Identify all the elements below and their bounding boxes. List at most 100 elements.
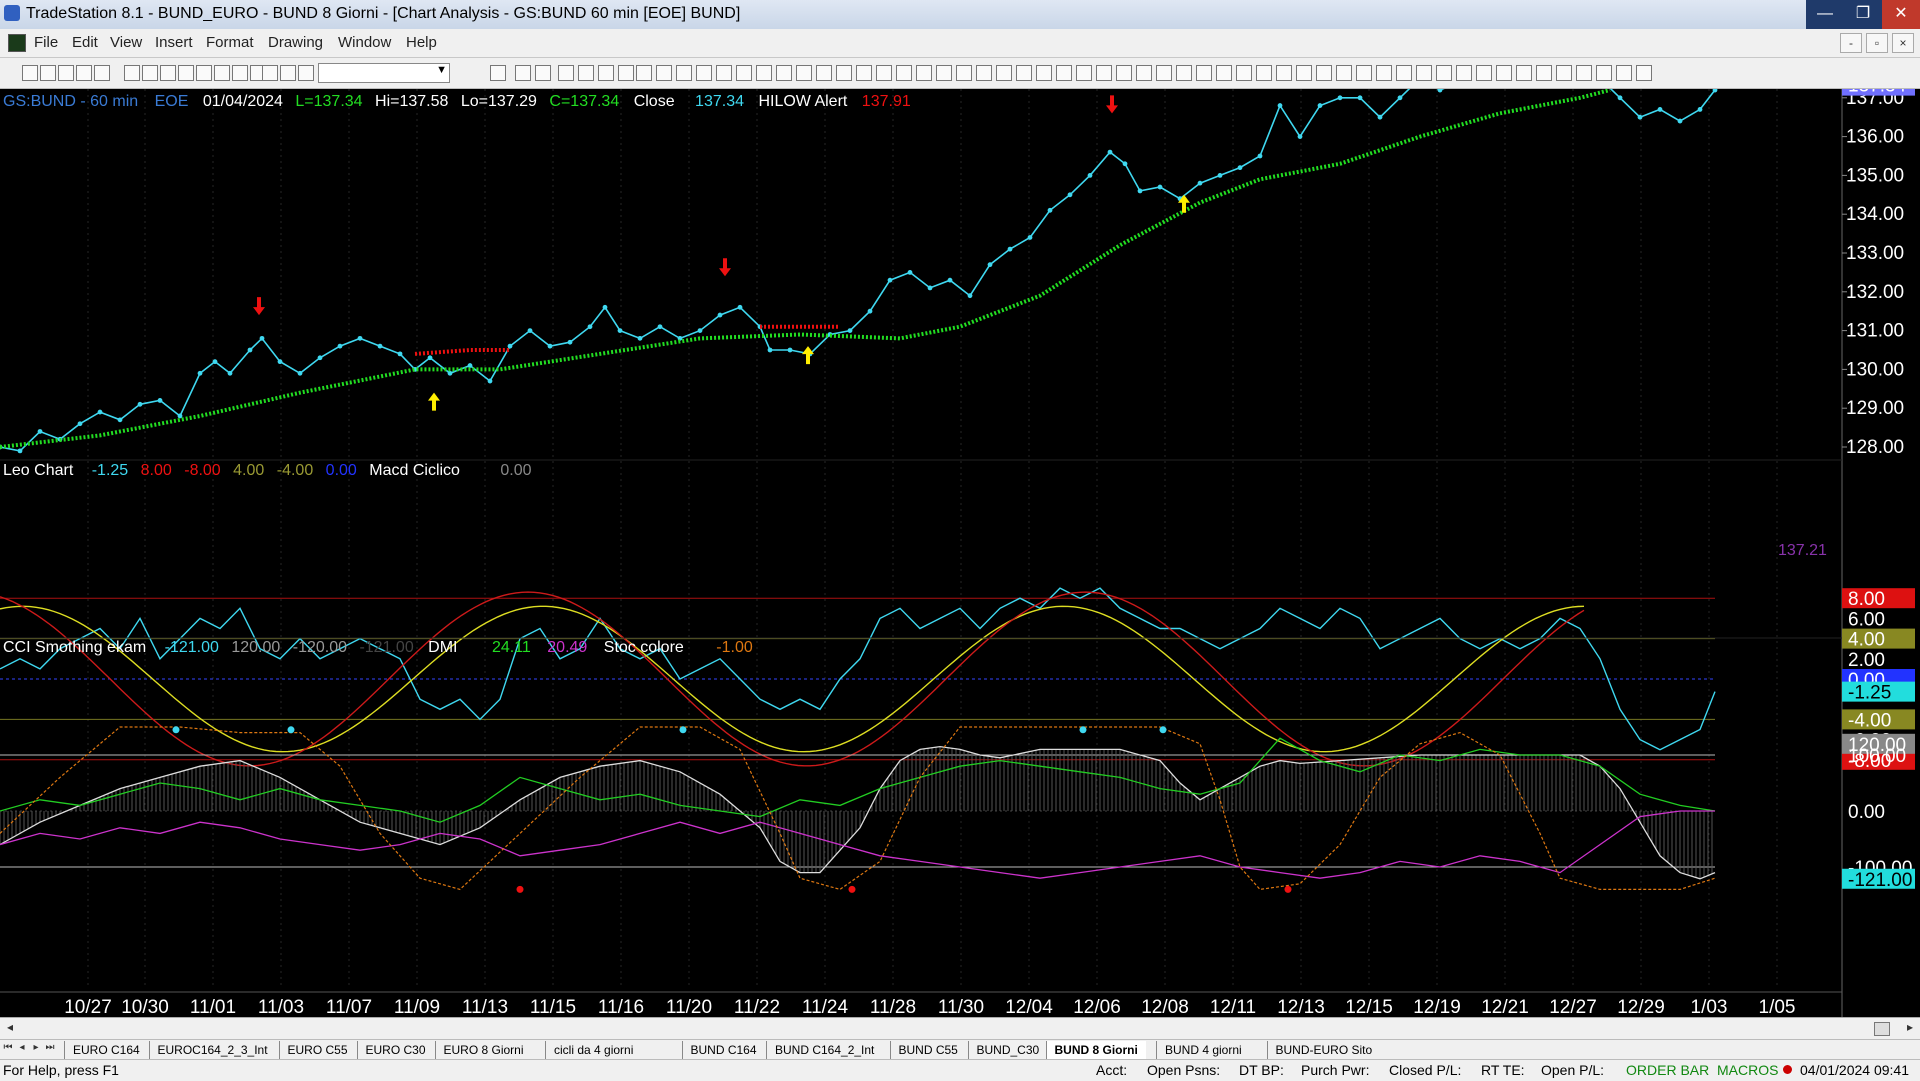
menu-insert[interactable]: Insert bbox=[155, 34, 193, 51]
scroll-right-icon[interactable]: ▸ bbox=[1902, 1020, 1918, 1036]
toolbar-tool-icon[interactable] bbox=[816, 65, 832, 81]
toolbar-tool-icon[interactable] bbox=[1316, 65, 1332, 81]
toolbar-tool-icon[interactable] bbox=[956, 65, 972, 81]
tab-euro-8-giorni[interactable]: EURO 8 Giorni bbox=[434, 1041, 532, 1059]
menu-edit[interactable]: Edit bbox=[72, 34, 98, 51]
toolbar-tool-icon[interactable] bbox=[1136, 65, 1152, 81]
toolbar-tool-icon[interactable] bbox=[1516, 65, 1532, 81]
tab-bund-c164[interactable]: BUND C164 bbox=[681, 1041, 765, 1059]
toolbar-tool-icon[interactable] bbox=[1616, 65, 1632, 81]
toolbar-tool-icon[interactable] bbox=[1276, 65, 1292, 81]
toolbar-tool-icon[interactable] bbox=[1436, 65, 1452, 81]
toolbar-tool-icon[interactable] bbox=[178, 65, 194, 81]
menu-drawing[interactable]: Drawing bbox=[268, 34, 323, 51]
toolbar-tool-icon[interactable] bbox=[1556, 65, 1572, 81]
toolbar-tool-icon[interactable] bbox=[636, 65, 652, 81]
tab-next-icon[interactable]: ▸ bbox=[30, 1042, 42, 1056]
toolbar-tool-icon[interactable] bbox=[856, 65, 872, 81]
toolbar-tool-icon[interactable] bbox=[262, 65, 278, 81]
toolbar-tool-icon[interactable] bbox=[1496, 65, 1512, 81]
menu-help[interactable]: Help bbox=[406, 34, 437, 51]
tab-cicli-da-4-giorni[interactable]: cicli da 4 giorni bbox=[545, 1041, 641, 1059]
toolbar-tool-icon[interactable] bbox=[1376, 65, 1392, 81]
tab-bund-c55[interactable]: BUND C55 bbox=[889, 1041, 966, 1059]
toolbar-tool-icon[interactable] bbox=[1456, 65, 1472, 81]
toolbar-tool-icon[interactable] bbox=[1536, 65, 1552, 81]
toolbar-tool-icon[interactable] bbox=[124, 65, 140, 81]
toolbar-tool-icon[interactable] bbox=[676, 65, 692, 81]
toolbar-tool-icon[interactable] bbox=[996, 65, 1012, 81]
scroll-thumb[interactable] bbox=[1874, 1022, 1890, 1036]
minimize-button[interactable]: — bbox=[1806, 0, 1844, 29]
toolbar-tool-icon[interactable] bbox=[558, 65, 574, 81]
toolbar-tool-icon[interactable] bbox=[836, 65, 852, 81]
tab-bund-c30[interactable]: BUND_C30 bbox=[967, 1041, 1048, 1059]
toolbar-tool-icon[interactable] bbox=[1596, 65, 1612, 81]
chart-analysis-window[interactable]: GS:BUND - 60 min EOE 01/04/2024 L=137.34… bbox=[0, 89, 1920, 1017]
mdi-close-button[interactable]: × bbox=[1892, 33, 1914, 53]
toolbar-tool-icon[interactable] bbox=[515, 65, 531, 81]
tab-bund-8-giorni[interactable]: BUND 8 Giorni bbox=[1045, 1041, 1146, 1059]
toolbar-tool-icon[interactable] bbox=[58, 65, 74, 81]
scroll-left-icon[interactable]: ◂ bbox=[2, 1020, 18, 1036]
toolbar-tool-icon[interactable] bbox=[490, 65, 506, 81]
toolbar-tool-icon[interactable] bbox=[1176, 65, 1192, 81]
toolbar-tool-icon[interactable] bbox=[1416, 65, 1432, 81]
toolbar-tool-icon[interactable] bbox=[1216, 65, 1232, 81]
toolbar-tool-icon[interactable] bbox=[1056, 65, 1072, 81]
toolbar-tool-icon[interactable] bbox=[896, 65, 912, 81]
toolbar-tool-icon[interactable] bbox=[1036, 65, 1052, 81]
tab-euro-c164[interactable]: EURO C164 bbox=[64, 1041, 148, 1059]
toolbar-tool-icon[interactable] bbox=[94, 65, 110, 81]
order-bar-button[interactable]: ORDER BAR bbox=[1626, 1062, 1709, 1078]
mdi-restore-button[interactable]: ▫ bbox=[1866, 33, 1888, 53]
horizontal-scrollbar[interactable]: ◂ ▸ bbox=[0, 1017, 1920, 1040]
toolbar-tool-icon[interactable] bbox=[1016, 65, 1032, 81]
tab-bund-c164-2-int[interactable]: BUND C164_2_Int bbox=[766, 1041, 882, 1059]
toolbar-tool-icon[interactable] bbox=[22, 65, 38, 81]
toolbar-tool-icon[interactable] bbox=[1636, 65, 1652, 81]
mdi-minimize-button[interactable]: - bbox=[1840, 33, 1862, 53]
tab-bund-euro-sito[interactable]: BUND-EURO Sito bbox=[1266, 1041, 1381, 1059]
menu-file[interactable]: File bbox=[34, 34, 58, 51]
toolbar-tool-icon[interactable] bbox=[280, 65, 296, 81]
toolbar-tool-icon[interactable] bbox=[1476, 65, 1492, 81]
toolbar-tool-icon[interactable] bbox=[40, 65, 56, 81]
toolbar-combo[interactable]: ▼ bbox=[318, 63, 450, 83]
chart-svg[interactable]: GS:BUND - 60 min EOE 01/04/2024 L=137.34… bbox=[0, 89, 1920, 1017]
toolbar-tool-icon[interactable] bbox=[1296, 65, 1312, 81]
tab-euro-c55[interactable]: EURO C55 bbox=[278, 1041, 356, 1059]
toolbar-tool-icon[interactable] bbox=[1076, 65, 1092, 81]
toolbar-tool-icon[interactable] bbox=[776, 65, 792, 81]
toolbar-tool-icon[interactable] bbox=[232, 65, 248, 81]
maximize-button[interactable]: ❐ bbox=[1844, 0, 1882, 29]
toolbar-tool-icon[interactable] bbox=[1096, 65, 1112, 81]
toolbar-tool-icon[interactable] bbox=[716, 65, 732, 81]
toolbar-tool-icon[interactable] bbox=[756, 65, 772, 81]
toolbar-tool-icon[interactable] bbox=[142, 65, 158, 81]
toolbar-tool-icon[interactable] bbox=[1396, 65, 1412, 81]
toolbar-tool-icon[interactable] bbox=[876, 65, 892, 81]
toolbar-tool-icon[interactable] bbox=[1236, 65, 1252, 81]
macros-button[interactable]: MACROS bbox=[1717, 1062, 1778, 1078]
tab-euroc164-2-3-int[interactable]: EUROC164_2_3_Int bbox=[148, 1041, 276, 1059]
toolbar-tool-icon[interactable] bbox=[298, 65, 314, 81]
toolbar-tool-icon[interactable] bbox=[1116, 65, 1132, 81]
tab-bund-4-giorni[interactable]: BUND 4 giorni bbox=[1156, 1041, 1250, 1059]
toolbar-tool-icon[interactable] bbox=[656, 65, 672, 81]
menu-window[interactable]: Window bbox=[338, 34, 391, 51]
menu-view[interactable]: View bbox=[110, 34, 142, 51]
toolbar-tool-icon[interactable] bbox=[1576, 65, 1592, 81]
document-icon[interactable] bbox=[8, 34, 26, 52]
toolbar-tool-icon[interactable] bbox=[1196, 65, 1212, 81]
toolbar-tool-icon[interactable] bbox=[1156, 65, 1172, 81]
menu-format[interactable]: Format bbox=[206, 34, 254, 51]
toolbar-tool-icon[interactable] bbox=[1336, 65, 1352, 81]
toolbar-tool-icon[interactable] bbox=[578, 65, 594, 81]
toolbar-tool-icon[interactable] bbox=[1256, 65, 1272, 81]
toolbar-tool-icon[interactable] bbox=[936, 65, 952, 81]
toolbar-tool-icon[interactable] bbox=[214, 65, 230, 81]
toolbar-tool-icon[interactable] bbox=[1356, 65, 1372, 81]
toolbar-tool-icon[interactable] bbox=[696, 65, 712, 81]
toolbar-tool-icon[interactable] bbox=[976, 65, 992, 81]
